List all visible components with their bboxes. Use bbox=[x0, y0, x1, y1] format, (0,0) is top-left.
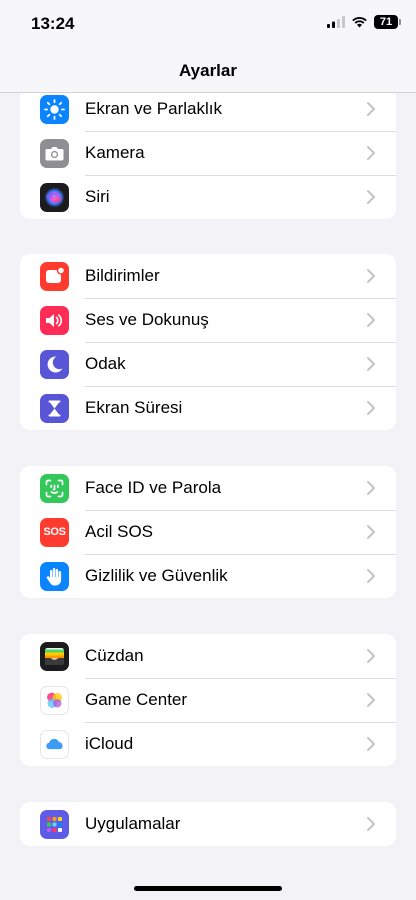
hourglass-icon bbox=[40, 393, 69, 423]
row-label: Ekran ve Parlaklık bbox=[85, 99, 222, 118]
row-label: Gizlilik ve Güvenlik bbox=[85, 566, 228, 585]
chevron-right-icon bbox=[367, 313, 375, 327]
game-center-icon bbox=[40, 685, 69, 715]
chevron-right-icon bbox=[367, 401, 375, 415]
face-id-icon bbox=[40, 473, 69, 503]
status-time: 13:24 bbox=[31, 14, 75, 33]
row-label: Bildirimler bbox=[85, 266, 160, 285]
chevron-right-icon bbox=[367, 737, 375, 751]
settings-group-apps: Uygulamalar bbox=[20, 802, 396, 846]
row-label: Cüzdan bbox=[85, 646, 144, 665]
row-label: Ekran Süresi bbox=[85, 398, 183, 417]
chevron-right-icon bbox=[367, 146, 375, 160]
bell-icon bbox=[40, 261, 69, 291]
status-bar: 13:24 71 bbox=[0, 0, 416, 50]
settings-group-notifications: Bildirimler Ses ve Dokunuş Odak Ekran Sü… bbox=[20, 254, 396, 430]
home-indicator[interactable] bbox=[134, 886, 282, 891]
chevron-right-icon bbox=[367, 357, 375, 371]
settings-list[interactable]: Ekran ve Parlaklık Kamera Siri Bildiriml… bbox=[0, 93, 416, 900]
chevron-right-icon bbox=[367, 693, 375, 707]
chevron-right-icon bbox=[367, 569, 375, 583]
settings-row-privacy-security[interactable]: Gizlilik ve Güvenlik bbox=[20, 554, 396, 598]
siri-icon bbox=[40, 182, 69, 212]
chevron-right-icon bbox=[367, 269, 375, 283]
row-label: Siri bbox=[85, 187, 110, 206]
chevron-right-icon bbox=[367, 817, 375, 831]
settings-group-display: Ekran ve Parlaklık Kamera Siri bbox=[20, 93, 396, 219]
sos-icon: SOS bbox=[40, 517, 69, 547]
wallet-icon bbox=[40, 641, 69, 671]
cloud-icon bbox=[40, 729, 69, 759]
chevron-right-icon bbox=[367, 649, 375, 663]
settings-row-wallet[interactable]: Cüzdan bbox=[20, 634, 396, 678]
wifi-icon bbox=[352, 16, 367, 28]
settings-row-screen-time[interactable]: Ekran Süresi bbox=[20, 386, 396, 430]
cellular-signal-icon bbox=[327, 16, 345, 28]
status-icons: 71 bbox=[327, 15, 401, 29]
settings-group-services: Cüzdan Game Center iCloud bbox=[20, 634, 396, 766]
settings-group-security: Face ID ve Parola SOS Acil SOS Gizlilik … bbox=[20, 466, 396, 598]
settings-row-camera[interactable]: Kamera bbox=[20, 131, 396, 175]
moon-icon bbox=[40, 349, 69, 379]
row-label: Odak bbox=[85, 354, 126, 373]
settings-row-icloud[interactable]: iCloud bbox=[20, 722, 396, 766]
row-label: Kamera bbox=[85, 143, 145, 162]
settings-row-display-brightness[interactable]: Ekran ve Parlaklık bbox=[20, 93, 396, 131]
page-title: Ayarlar bbox=[179, 61, 237, 80]
speaker-icon bbox=[40, 305, 69, 335]
chevron-right-icon bbox=[367, 525, 375, 539]
settings-row-face-id[interactable]: Face ID ve Parola bbox=[20, 466, 396, 510]
sun-icon bbox=[40, 94, 69, 124]
settings-row-notifications[interactable]: Bildirimler bbox=[20, 254, 396, 298]
chevron-right-icon bbox=[367, 190, 375, 204]
settings-row-apps[interactable]: Uygulamalar bbox=[20, 802, 396, 846]
row-label: Ses ve Dokunuş bbox=[85, 310, 209, 329]
battery-indicator: 71 bbox=[374, 15, 401, 29]
hand-icon bbox=[40, 561, 69, 591]
settings-row-focus[interactable]: Odak bbox=[20, 342, 396, 386]
settings-row-emergency-sos[interactable]: SOS Acil SOS bbox=[20, 510, 396, 554]
camera-icon bbox=[40, 138, 69, 168]
chevron-right-icon bbox=[367, 481, 375, 495]
row-label: Game Center bbox=[85, 690, 188, 709]
apps-grid-icon bbox=[40, 809, 69, 839]
chevron-right-icon bbox=[367, 102, 375, 116]
row-label: Face ID ve Parola bbox=[85, 478, 222, 497]
row-label: Acil SOS bbox=[85, 522, 154, 541]
settings-row-sounds-haptics[interactable]: Ses ve Dokunuş bbox=[20, 298, 396, 342]
battery-level: 71 bbox=[379, 16, 393, 28]
settings-row-siri[interactable]: Siri bbox=[20, 175, 396, 219]
settings-row-game-center[interactable]: Game Center bbox=[20, 678, 396, 722]
row-label: iCloud bbox=[85, 734, 134, 753]
navigation-bar: Ayarlar bbox=[0, 50, 416, 93]
sos-icon-text: SOS bbox=[43, 526, 66, 538]
row-label: Uygulamalar bbox=[85, 814, 181, 833]
